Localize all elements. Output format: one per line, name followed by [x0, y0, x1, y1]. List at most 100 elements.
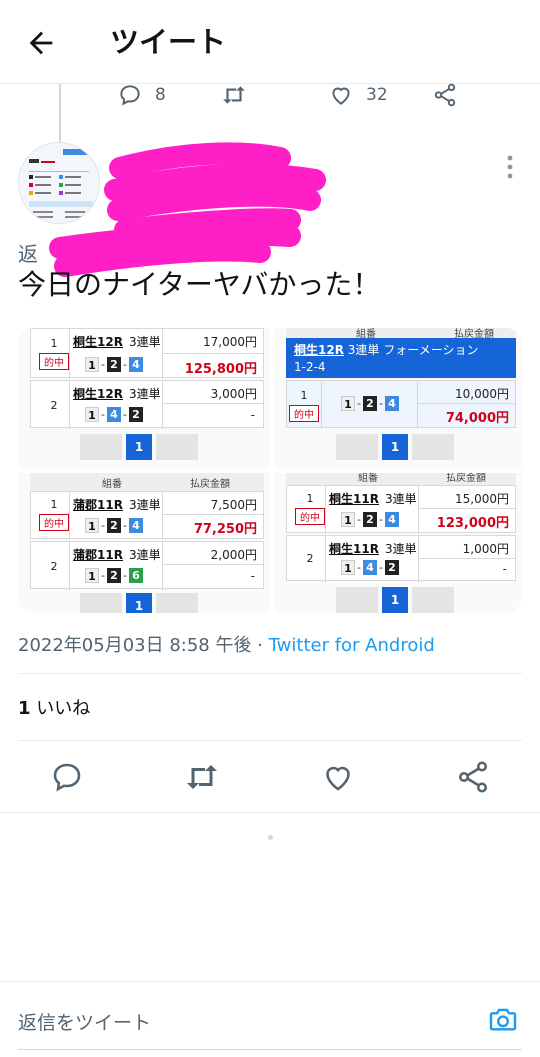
race-name[interactable]: 桐生12R: [73, 333, 123, 350]
loading-indicator: [268, 835, 273, 840]
formation-label: 3連単 フォーメーション: [347, 343, 479, 357]
bet-row: 1 的中 桐生11R 3連単 15,000円 123,000円 1-2-4: [286, 485, 516, 534]
prev-page-button[interactable]: [336, 434, 378, 460]
prev-page-button[interactable]: [80, 593, 122, 613]
next-page-button[interactable]: [156, 593, 198, 613]
like-icon: [332, 87, 350, 105]
header-payout: 払戻金額: [446, 473, 486, 484]
reply-input[interactable]: 返信をツイート: [18, 1008, 151, 1035]
current-page[interactable]: 1: [126, 434, 152, 460]
share-action[interactable]: [432, 82, 458, 108]
like-count: 32: [366, 85, 388, 105]
next-page-button[interactable]: [412, 434, 454, 460]
payout-amount: -: [250, 408, 255, 422]
race-name[interactable]: 蒲郡11R: [73, 546, 123, 563]
tweet-meta: 2022年05月03日 8:58 午後 · Twitter for Androi…: [18, 631, 435, 657]
divider: [18, 673, 522, 674]
media-image-1[interactable]: 1 的中 桐生12R 3連単 17,000円 125,800円 1-2-4 2 桐…: [18, 328, 270, 469]
bet-row: 1 的中 蒲郡11R 3連単 7,500円 77,250円 1-2-4: [30, 491, 264, 540]
camera-icon[interactable]: [486, 1004, 520, 1036]
like-icon[interactable]: [320, 759, 356, 795]
like-action[interactable]: 32: [328, 82, 388, 108]
top-bar: ツイート: [0, 0, 540, 84]
stake-amount: 15,000円: [455, 492, 509, 506]
tweet-action-bar: [0, 757, 540, 797]
divider: [0, 812, 540, 813]
header-combo: 組番: [102, 479, 122, 490]
more-options-icon[interactable]: [500, 152, 520, 182]
media-image-4[interactable]: 組番 払戻金額 1 的中 桐生11R 3連単 15,000円 123,000円 1…: [274, 473, 522, 613]
compose-underline: [18, 1049, 522, 1050]
current-page[interactable]: 1: [126, 593, 152, 613]
bet-row: 2 桐生12R 3連単 3,000円 - 1-4-2: [30, 380, 264, 429]
pagination: 1: [80, 434, 198, 460]
stake-amount: 17,000円: [203, 335, 257, 349]
bet-type: 3連単: [129, 498, 161, 512]
row-number: 2: [50, 399, 58, 412]
bet-row: 2 蒲郡11R 3連単 2,000円 - 1-2-6: [30, 541, 264, 590]
combination: 1-2-4: [341, 512, 399, 527]
table-header: 組番 払戻金額: [286, 473, 516, 485]
back-arrow-icon[interactable]: [24, 26, 58, 60]
reply-count: 8: [155, 85, 166, 105]
likes-summary[interactable]: 1 いいね: [18, 694, 90, 720]
media-image-2[interactable]: 組番 払戻金額 桐生12R 3連単 フォーメーション 1-2-4 1 的中 1-2…: [274, 328, 522, 469]
combination: 1-2-6: [85, 568, 143, 583]
row-number: 1: [300, 389, 308, 402]
row-number: 2: [50, 560, 58, 573]
page-title: ツイート: [110, 25, 227, 59]
row-number: 1: [50, 337, 58, 350]
race-name[interactable]: 桐生12R: [294, 343, 344, 357]
stake-amount: 3,000円: [210, 387, 257, 401]
bet-type: 3連単: [385, 542, 417, 556]
likes-count: 1: [18, 698, 31, 719]
tweet-client-link[interactable]: Twitter for Android: [269, 635, 435, 656]
bet-row: 2 桐生11R 3連単 1,000円 - 1-4-2: [286, 535, 516, 582]
prev-page-button[interactable]: [80, 434, 122, 460]
bet-row: 1 的中 1-2-4 10,000円 74,000円: [286, 380, 516, 429]
stake-amount: 1,000円: [462, 542, 509, 556]
tweet-timestamp[interactable]: 2022年05月03日 8:58 午後: [18, 635, 251, 656]
share-icon[interactable]: [455, 759, 491, 795]
header-combo: 組番: [358, 473, 378, 484]
current-page[interactable]: 1: [382, 434, 408, 460]
race-name[interactable]: 桐生11R: [329, 490, 379, 507]
stake-amount: 10,000円: [455, 387, 509, 401]
payout-amount: -: [250, 569, 255, 583]
combination: 1-4-2: [341, 560, 399, 575]
payout-amount: 123,000円: [436, 516, 509, 531]
payout-amount: -: [502, 562, 507, 576]
media-image-3[interactable]: 組番 払戻金額 1 的中 蒲郡11R 3連単 7,500円 77,250円 1-2…: [18, 473, 270, 613]
previous-tweet-actions: 8 32: [0, 80, 540, 114]
payout-amount: 125,800円: [184, 362, 257, 377]
reply-icon[interactable]: [49, 759, 85, 795]
current-page[interactable]: 1: [382, 587, 408, 613]
tweet-media-grid[interactable]: 1 的中 桐生12R 3連単 17,000円 125,800円 1-2-4 2 桐…: [18, 328, 522, 613]
race-name[interactable]: 桐生12R: [73, 385, 123, 402]
divider: [18, 740, 522, 741]
race-name[interactable]: 桐生11R: [329, 540, 379, 557]
bet-row: 1 的中 桐生12R 3連単 17,000円 125,800円 1-2-4: [30, 328, 264, 379]
stake-amount: 7,500円: [210, 498, 257, 512]
combination: 1-2-4: [85, 357, 143, 372]
formation-banner: 桐生12R 3連単 フォーメーション 1-2-4: [286, 338, 516, 378]
likes-label: いいね: [36, 698, 91, 719]
race-name[interactable]: 蒲郡11R: [73, 496, 123, 513]
pagination: 1: [336, 587, 454, 613]
next-page-button[interactable]: [156, 434, 198, 460]
bet-type: 3連単: [385, 492, 417, 506]
thread-connector-line: [59, 84, 61, 144]
next-page-button[interactable]: [412, 587, 454, 613]
formation-combo: 1-2-4: [294, 360, 326, 374]
retweet-action[interactable]: [220, 82, 248, 108]
table-header: 組番 払戻金額: [30, 473, 264, 491]
row-number: 1: [306, 492, 314, 505]
reply-action[interactable]: 8: [117, 82, 166, 108]
prev-page-button[interactable]: [336, 587, 378, 613]
bet-type: 3連単: [129, 387, 161, 401]
tweet-text: 今日のナイターヤバかった！: [18, 268, 381, 301]
combination: 1-2-4: [85, 518, 143, 533]
combination: 1-2-4: [341, 396, 399, 411]
retweet-icon[interactable]: [184, 759, 220, 795]
header-payout: 払戻金額: [190, 479, 230, 490]
